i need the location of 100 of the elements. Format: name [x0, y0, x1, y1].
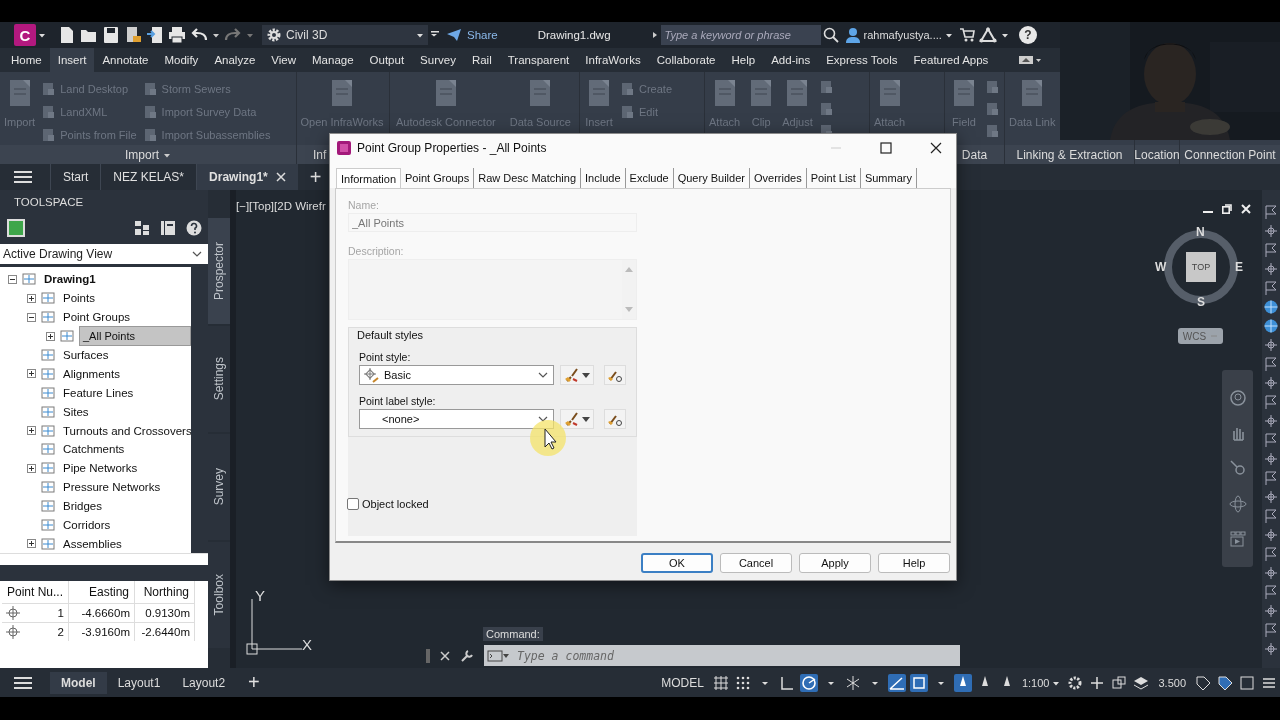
menu-tab[interactable]: Insert — [49, 48, 95, 72]
dialog-button[interactable]: Help — [878, 553, 950, 573]
command-line-bar[interactable]: Type a command — [484, 645, 960, 666]
tree-item[interactable]: Drawing1 — [41, 272, 99, 287]
command-field[interactable]: Type a command — [515, 647, 960, 664]
column-header[interactable]: Easting — [69, 581, 135, 603]
menu-tab[interactable]: Rail — [463, 48, 500, 72]
view-cube[interactable]: TOP — [1186, 252, 1216, 282]
menu-tab[interactable]: Express Tools — [818, 48, 906, 72]
menu-tab[interactable]: Help — [723, 48, 764, 72]
tree-item[interactable]: Pipe Networks — [60, 461, 141, 476]
panel-title[interactable]: Data — [961, 147, 988, 162]
menu-icon[interactable] — [14, 170, 32, 184]
orbit-icon[interactable] — [1228, 494, 1247, 513]
dialog-tab[interactable]: Information — [336, 168, 402, 188]
menu-tab[interactable]: Annotate — [94, 48, 157, 72]
menu-tab[interactable]: Collaborate — [648, 48, 724, 72]
flag-icon[interactable] — [1263, 470, 1279, 486]
point-symbol-icon[interactable] — [1263, 603, 1279, 619]
menu-tab[interactable]: Add-ins — [763, 48, 819, 72]
globe-icon[interactable] — [1263, 299, 1279, 315]
side-tab[interactable]: Survey — [208, 434, 230, 540]
tree-item[interactable]: _All Points — [79, 326, 191, 347]
grid-icon[interactable] — [711, 673, 730, 692]
column-header[interactable]: Northing — [135, 581, 195, 603]
expander-icon[interactable] — [27, 293, 36, 303]
globe-icon[interactable] — [1263, 318, 1279, 334]
annotation-icon[interactable] — [953, 673, 972, 692]
browse-style-button[interactable] — [604, 365, 626, 385]
caret-icon[interactable] — [212, 31, 220, 39]
point-symbol-icon[interactable] — [1263, 565, 1279, 581]
point-symbol-icon[interactable] — [1263, 451, 1279, 467]
expander-icon[interactable] — [27, 539, 36, 549]
edit-style-button[interactable] — [560, 409, 594, 429]
dialog-button[interactable]: Apply — [799, 553, 871, 573]
user-menu[interactable]: rahmafyustya.... — [844, 27, 953, 43]
drawing-view-icon[interactable] — [6, 218, 26, 238]
flag-icon[interactable] — [1263, 622, 1279, 638]
close-icon[interactable] — [930, 141, 942, 154]
panel-title[interactable]: Location — [1134, 147, 1180, 162]
flag-icon[interactable] — [1263, 432, 1279, 448]
compass-direction[interactable]: S — [1197, 295, 1205, 309]
expander-icon[interactable] — [27, 312, 36, 322]
flag-icon[interactable] — [1263, 204, 1279, 220]
object-snap-icon[interactable] — [909, 673, 928, 692]
share-button[interactable]: Share — [446, 28, 498, 42]
expander-icon[interactable] — [46, 331, 55, 341]
point-symbol-icon[interactable] — [1263, 489, 1279, 505]
expander-icon[interactable] — [27, 369, 36, 379]
caret-icon[interactable] — [38, 31, 46, 39]
compass-direction[interactable]: E — [1235, 260, 1243, 274]
tree-item[interactable]: Bridges — [60, 499, 105, 514]
document-icon[interactable] — [124, 26, 142, 44]
grip-icon[interactable] — [426, 648, 430, 663]
menu-tab[interactable]: Transparent — [499, 48, 578, 72]
menu-icon[interactable] — [14, 675, 32, 690]
new-file-icon[interactable] — [58, 26, 76, 44]
layout-tab[interactable]: Model — [50, 671, 107, 694]
point-symbol-icon[interactable] — [1263, 223, 1279, 239]
flag-icon[interactable] — [1263, 242, 1279, 258]
tree-item[interactable]: Assemblies — [60, 536, 125, 551]
workspace-dropdown[interactable]: Civil 3D — [262, 25, 428, 45]
save-icon[interactable] — [102, 26, 120, 44]
point-symbol-icon[interactable] — [1263, 261, 1279, 277]
tag-icon[interactable] — [1194, 673, 1212, 692]
view-dropdown[interactable]: Active Drawing View — [0, 244, 208, 264]
menu-tab[interactable]: Home — [3, 48, 50, 72]
menu-tab[interactable]: Manage — [304, 48, 362, 72]
point-symbol-icon[interactable] — [1263, 337, 1279, 353]
tree-item[interactable]: Alignments — [60, 366, 123, 381]
showmotion-icon[interactable] — [1228, 530, 1247, 549]
caret-icon[interactable] — [1000, 31, 1009, 39]
edit-style-button[interactable] — [560, 365, 594, 385]
zoom-icon[interactable] — [1228, 459, 1247, 478]
flag-icon[interactable] — [1263, 584, 1279, 600]
layout-tab[interactable]: Layout1 — [106, 671, 172, 694]
app-button[interactable]: C — [14, 24, 36, 46]
browse-style-button[interactable] — [604, 409, 626, 429]
flag-icon[interactable] — [1263, 356, 1279, 372]
printer-icon[interactable] — [168, 26, 186, 44]
menu-tab[interactable]: Output — [361, 48, 413, 72]
flag-icon[interactable] — [1263, 280, 1279, 296]
tree-item[interactable]: Pressure Networks — [60, 480, 164, 495]
polar-icon[interactable] — [799, 673, 818, 692]
search-field[interactable]: Type a keyword or phrase — [660, 25, 821, 45]
space-toggle[interactable]: MODEL — [661, 675, 704, 690]
tree-item[interactable]: Corridors — [60, 518, 114, 532]
wrench-icon[interactable] — [460, 648, 474, 663]
menu-tab[interactable]: Analyze — [206, 48, 264, 72]
menu-tab[interactable]: Modify — [156, 48, 207, 72]
help-icon[interactable] — [186, 220, 202, 236]
side-tab[interactable]: Settings — [208, 326, 230, 432]
document-arrow-icon[interactable] — [146, 26, 164, 44]
panel-title[interactable]: Linking & Extraction — [1016, 147, 1123, 162]
grid-blocks-icon[interactable] — [134, 220, 150, 236]
search-icon[interactable] — [822, 27, 839, 43]
layout-tab[interactable]: Layout2 — [171, 671, 237, 694]
menu-tab[interactable]: View — [263, 48, 304, 72]
new-layout-button[interactable]: + — [236, 671, 272, 694]
tree-item[interactable]: Surfaces — [60, 348, 112, 362]
